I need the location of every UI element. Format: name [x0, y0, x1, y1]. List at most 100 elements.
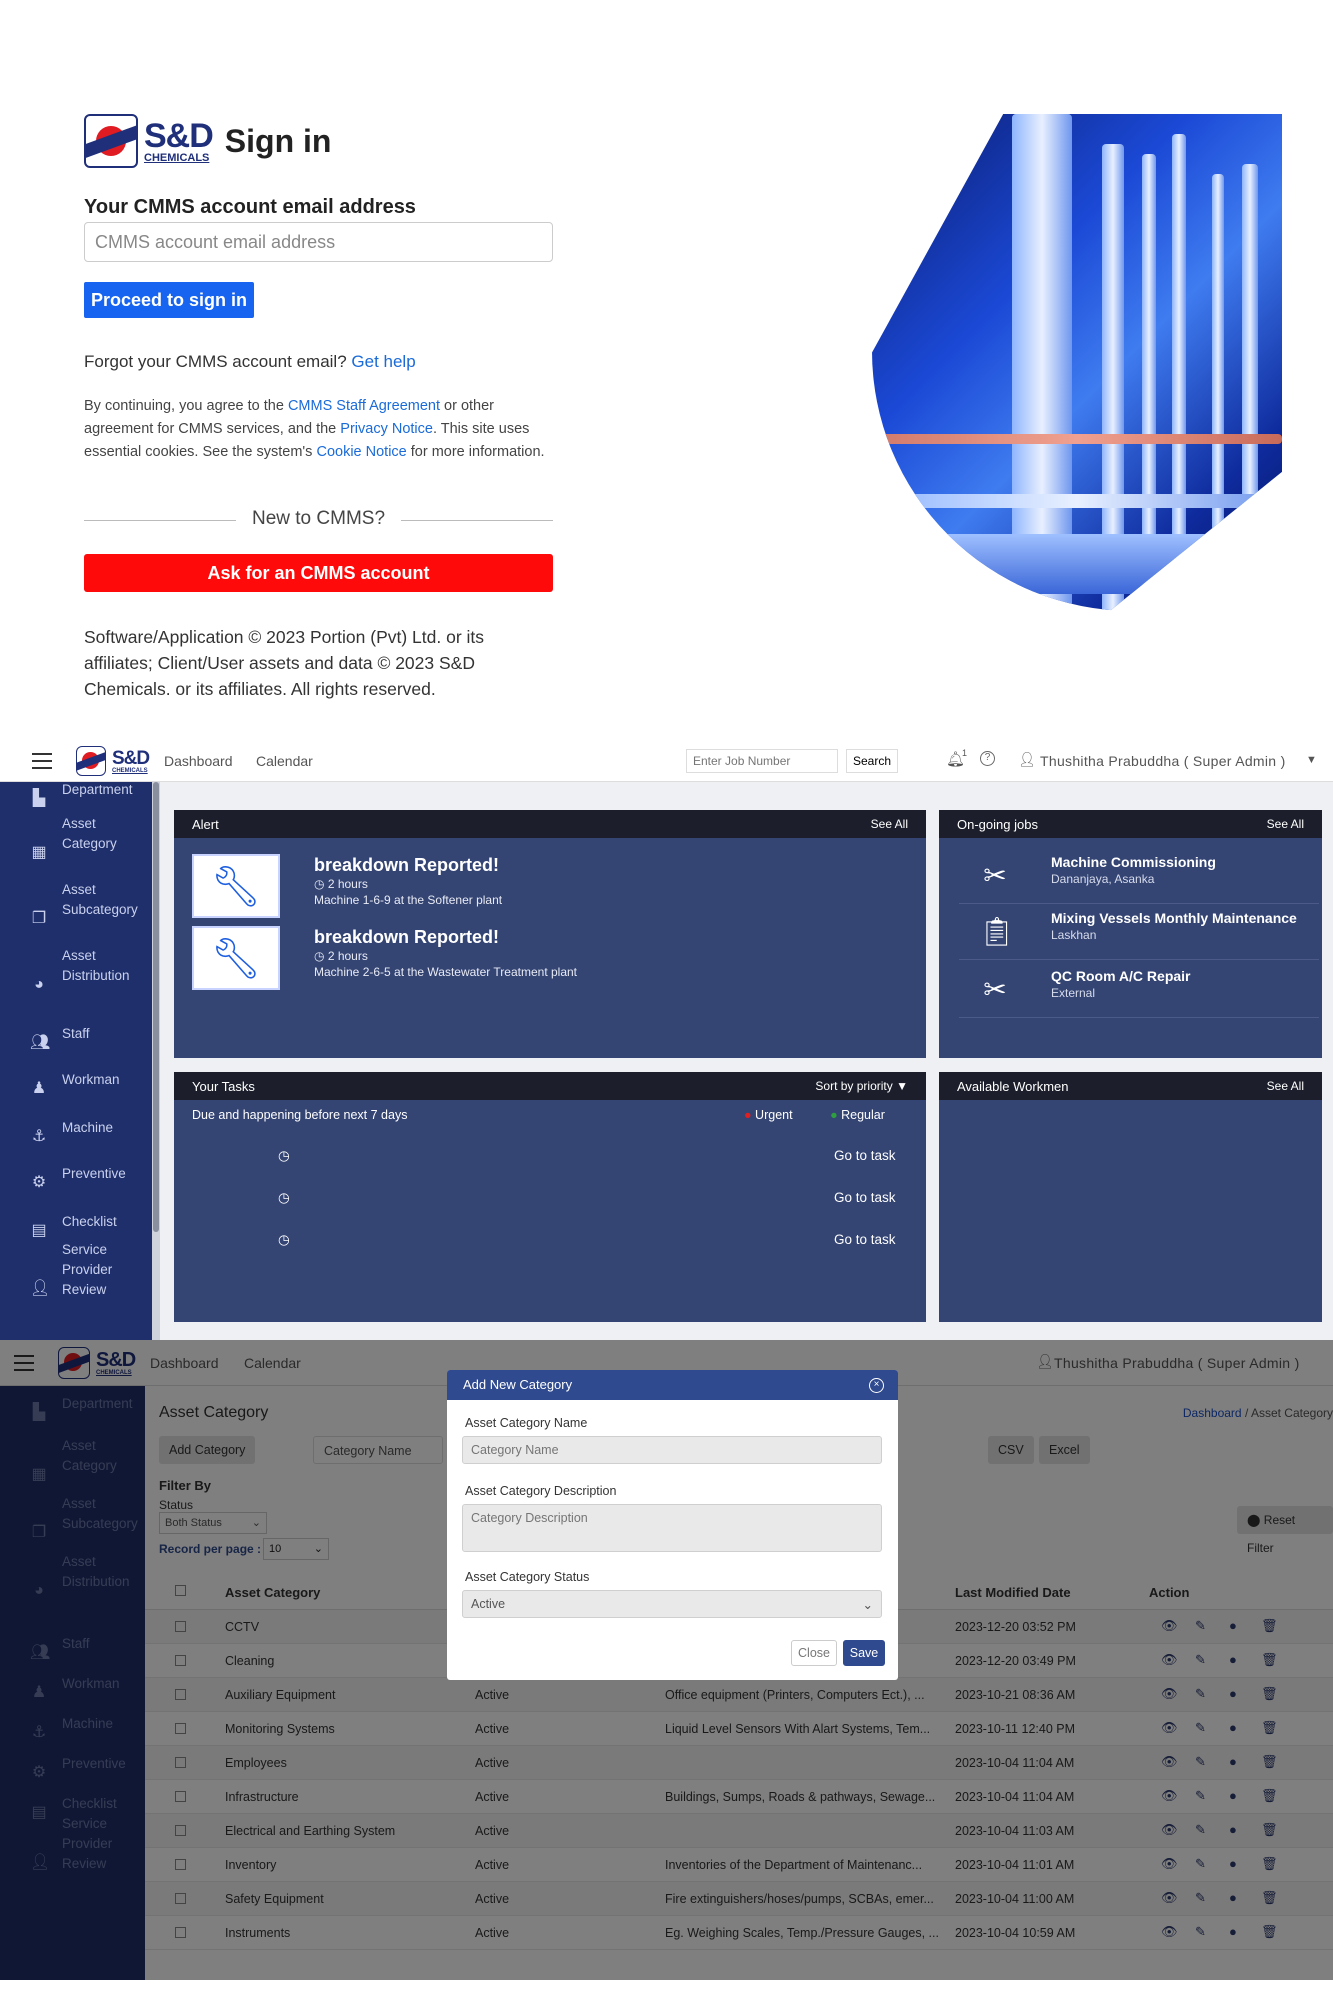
new-to-text: New to CMMS?	[251, 508, 386, 529]
wrench-icon: 🔧︎	[192, 854, 280, 918]
top-navbar: S&DCHEMICALS Dashboard Calendar Search 🔔…	[0, 740, 1333, 782]
save-button[interactable]: Save	[843, 1640, 885, 1666]
sidebar-item-label: Asset Subcategory	[62, 882, 138, 917]
tasks-panel: Your Tasks Sort by priority ▼ Due and ha…	[174, 1072, 926, 1322]
sidebar-item-label: Checklist	[62, 1214, 117, 1229]
alert-item[interactable]: 🔧︎ breakdown Reported! ◷ 2 hours Machine…	[192, 926, 577, 990]
ask-account-button[interactable]: Ask for an CMMS account	[84, 554, 553, 592]
sort-dropdown[interactable]: Sort by priority ▼	[815, 1079, 908, 1093]
divider-line	[401, 520, 553, 521]
logo-sub: CHEMICALS	[112, 767, 148, 774]
privacy-notice-link[interactable]: Privacy Notice	[340, 421, 433, 437]
task-row: ◷ Go to task	[174, 1148, 914, 1170]
alert-see-all-link[interactable]: See All	[871, 817, 908, 831]
nav-calendar[interactable]: Calendar	[256, 753, 313, 769]
chevron-down-icon: ⌄	[862, 1598, 873, 1612]
job-assignee: Dananjaya, Asanka	[1051, 872, 1155, 886]
menu-icon[interactable]	[32, 753, 52, 769]
user-name[interactable]: Thushitha Prabuddha ( Super Admin )	[1040, 753, 1286, 769]
job-name: QC Room A/C Repair	[1051, 968, 1191, 984]
panel-title: Alert	[192, 816, 219, 832]
job-assignee: External	[1051, 986, 1096, 1000]
notification-count: 1	[962, 748, 968, 758]
page-title: Sign in	[224, 122, 332, 159]
alert-desc: Machine 2-6-5 at the Wastewater Treatmen…	[314, 965, 578, 979]
pie-chart-icon: ◕	[34, 976, 44, 993]
signin-header: S&D CHEMICALS Sign in	[84, 114, 331, 168]
category-description-input[interactable]	[462, 1504, 882, 1552]
wrench-icon: 🔧︎	[192, 926, 280, 990]
signin-page: S&D CHEMICALS Sign in Your CMMS account …	[0, 0, 1333, 730]
modal-header: Add New Category ×	[447, 1370, 898, 1400]
copyright-text: Software/Application © 2023 Portion (Pvt…	[84, 627, 485, 699]
clock-icon: ◷	[314, 877, 325, 891]
company-logo: S&D CHEMICALS	[144, 116, 214, 164]
tools-icon: ✂	[983, 860, 1007, 891]
terms-part: By continuing, you agree to the	[84, 398, 284, 414]
sidebar-item-label: Staff	[62, 1026, 90, 1041]
proceed-button[interactable]: Proceed to sign in	[84, 282, 254, 318]
clock-icon: ◷	[314, 949, 325, 963]
panel-title: Available Workmen	[957, 1078, 1069, 1094]
alert-item[interactable]: 🔧︎ breakdown Reported! ◷ 2 hours Machine…	[192, 854, 502, 918]
sidebar-item-label: Machine	[62, 1120, 114, 1135]
help-icon[interactable]: ?	[980, 751, 995, 766]
clock-icon: ◷	[278, 1232, 290, 1247]
sort-label: Sort by priority	[815, 1079, 893, 1093]
clipboard-check-icon: 📋︎	[979, 916, 1015, 947]
workmen-header: Available Workmen See All	[939, 1072, 1322, 1100]
category-status-select[interactable]: Active ⌄	[462, 1590, 882, 1618]
go-to-task-link[interactable]: Go to task	[834, 1148, 896, 1163]
alert-panel: Alert See All 🔧︎ breakdown Reported! ◷ 2…	[174, 810, 926, 1058]
email-input[interactable]	[84, 222, 553, 262]
dashboard-page: S&DCHEMICALS Dashboard Calendar Search 🔔…	[0, 740, 1333, 1340]
job-name: Machine Commissioning	[1051, 854, 1216, 870]
panel-title: On-going jobs	[957, 816, 1038, 832]
job-assignee: Laskhan	[1051, 928, 1097, 942]
close-button[interactable]: Close	[791, 1640, 837, 1666]
ongoing-see-all-link[interactable]: See All	[1267, 817, 1304, 831]
search-button[interactable]: Search	[846, 749, 898, 773]
company-logo: S&DCHEMICALS	[76, 746, 150, 776]
job-number-input[interactable]	[686, 749, 838, 773]
go-to-task-link[interactable]: Go to task	[834, 1232, 896, 1247]
asset-category-page: S&DCHEMICALS Dashboard Calendar 👤︎ Thush…	[0, 1340, 1333, 1980]
workmen-see-all-link[interactable]: See All	[1267, 1079, 1304, 1093]
sidebar-item-label: Workman	[62, 1072, 120, 1087]
category-name-input[interactable]	[462, 1436, 882, 1464]
add-category-modal: Add New Category × Asset Category Name A…	[447, 1370, 898, 1680]
company-logo-icon	[76, 746, 106, 776]
caret-down-icon[interactable]: ▼	[1306, 754, 1317, 766]
email-label: Your CMMS account email address	[84, 196, 416, 218]
go-to-task-link[interactable]: Go to task	[834, 1190, 896, 1205]
job-item[interactable]: ✂ QC Room A/C Repair External	[959, 966, 1319, 1018]
task-row: ◷ Go to task	[174, 1232, 914, 1254]
tools-icon: ✂	[983, 974, 1007, 1005]
users-icon: 👥︎	[30, 1034, 51, 1051]
tasks-due-text: Due and happening before next 7 days	[192, 1108, 408, 1122]
alert-title: breakdown Reported!	[314, 927, 500, 947]
logo-brand: S&D	[144, 116, 214, 155]
sidebar-scrollbar[interactable]	[152, 782, 160, 1340]
alert-time: 2 hours	[327, 949, 368, 963]
category-status-label: Asset Category Status	[465, 1570, 590, 1584]
close-icon[interactable]: ×	[869, 1378, 884, 1393]
job-item[interactable]: 📋︎ Mixing Vessels Monthly Maintenance La…	[959, 908, 1319, 960]
job-name: Mixing Vessels Monthly Maintenance	[1051, 910, 1297, 926]
alert-title: breakdown Reported!	[314, 855, 500, 875]
get-help-link[interactable]: Get help	[351, 352, 415, 371]
forgot-email-text: Forgot your CMMS account email? Get help	[84, 352, 416, 372]
ongoing-jobs-panel: On-going jobs See All ✂ Machine Commissi…	[939, 810, 1322, 1058]
staff-agreement-link[interactable]: CMMS Staff Agreement	[288, 398, 440, 414]
cookie-notice-link[interactable]: Cookie Notice	[316, 444, 406, 460]
user-icon: 👤︎	[1018, 751, 1036, 767]
job-item[interactable]: ✂ Machine Commissioning Dananjaya, Asank…	[959, 852, 1319, 904]
sidebar-item-label: Asset Category	[62, 816, 117, 851]
sidebar-item-label: Service Provider Review	[62, 1242, 113, 1297]
new-to-divider: New to CMMS?	[84, 508, 553, 532]
worker-icon: ♟	[31, 1080, 47, 1097]
urgent-dot: ●	[744, 1108, 752, 1122]
copy-icon: ❐	[31, 910, 47, 927]
nav-dashboard[interactable]: Dashboard	[164, 753, 233, 769]
priority-legend: ● Urgent ● Regular	[744, 1108, 885, 1122]
